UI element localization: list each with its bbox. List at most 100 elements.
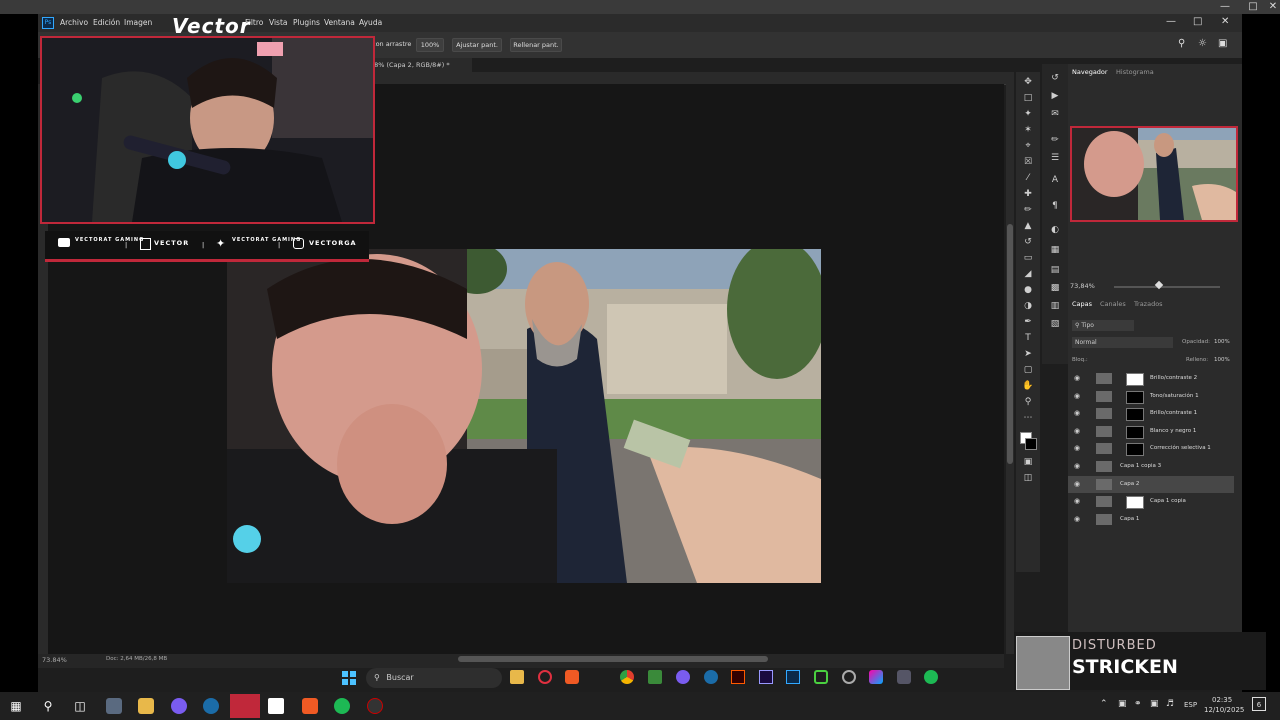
- menu-item-vista[interactable]: Vista: [269, 18, 288, 27]
- actions-panel-icon[interactable]: ▶: [1049, 90, 1061, 102]
- properties-panel-icon[interactable]: ▧: [1049, 318, 1061, 330]
- vertical-scrollbar[interactable]: [1007, 224, 1013, 464]
- app5-icon[interactable]: [897, 670, 911, 684]
- visibility-eye-icon[interactable]: ◉: [1074, 458, 1082, 475]
- healing-brush-icon[interactable]: ✚: [1022, 188, 1034, 200]
- marquee-tool-icon[interactable]: □: [1022, 92, 1034, 104]
- visibility-eye-icon[interactable]: ◉: [1074, 405, 1082, 422]
- layer-row[interactable]: ◉ Capa 2: [1068, 475, 1234, 493]
- layer-row[interactable]: ◉ Capa 1 copia 3: [1068, 458, 1234, 475]
- visibility-eye-icon[interactable]: ◉: [1074, 388, 1082, 405]
- comments-panel-icon[interactable]: ✉: [1049, 108, 1061, 120]
- brave-icon[interactable]: [565, 670, 579, 684]
- visibility-eye-icon[interactable]: ◉: [1074, 476, 1082, 493]
- fit-screen-button[interactable]: Ajustar pant.: [452, 38, 502, 52]
- dodge-tool-icon[interactable]: ◑: [1022, 300, 1034, 312]
- illustrator-icon[interactable]: [731, 670, 745, 684]
- obs-taskbar-icon[interactable]: [367, 698, 383, 714]
- horizontal-scrollbar[interactable]: [458, 656, 768, 662]
- move-tool-icon[interactable]: ✥: [1022, 76, 1034, 88]
- hand-tool-icon[interactable]: ✋: [1022, 380, 1034, 392]
- search-icon[interactable]: ⚲: [1178, 38, 1185, 49]
- photoshop-taskbar-icon[interactable]: [786, 670, 800, 684]
- menu-item-ventana[interactable]: Ventana: [324, 18, 355, 27]
- layer-mask-thumbnail[interactable]: [1126, 390, 1144, 404]
- visibility-eye-icon[interactable]: ◉: [1074, 370, 1082, 387]
- navigator-zoom-slider[interactable]: [1114, 286, 1220, 288]
- notification-badge[interactable]: 6: [1252, 697, 1266, 711]
- document-tab[interactable]: .8% (Capa 2, RGB/8#) *: [368, 58, 472, 72]
- layer-row[interactable]: ◉ Corrección selectiva 1: [1068, 440, 1234, 457]
- layer-row[interactable]: ◉ Brillo/contraste 1: [1068, 405, 1234, 422]
- brush-tool-icon[interactable]: ✏: [1022, 204, 1034, 216]
- task-view-icon[interactable]: ◫: [72, 698, 88, 714]
- gradients-panel-icon[interactable]: ▥: [1049, 300, 1061, 312]
- adjust-panel-icon[interactable]: ☰: [1049, 152, 1061, 164]
- file-explorer-icon[interactable]: [510, 670, 524, 684]
- close-window-button[interactable]: ✕: [1262, 0, 1280, 14]
- menu-item-archivo[interactable]: Archivo: [60, 18, 88, 27]
- start-button-icon[interactable]: ▦: [8, 698, 24, 714]
- type-tool-icon[interactable]: T: [1022, 332, 1034, 344]
- layer-mask-thumbnail[interactable]: [1126, 425, 1144, 439]
- active-app-taskbar-icon[interactable]: [230, 694, 260, 718]
- gradient-tool-icon[interactable]: ◢: [1022, 268, 1034, 280]
- app-taskbar-icon[interactable]: [106, 698, 122, 714]
- paragraph-panel-icon[interactable]: ¶: [1049, 200, 1061, 212]
- color-panel-icon[interactable]: ◐: [1049, 224, 1061, 236]
- app-icon[interactable]: [648, 670, 662, 684]
- crop-tool-icon[interactable]: ⌖: [1022, 140, 1034, 152]
- drag-zoom-label[interactable]: con arrastre: [372, 40, 411, 48]
- discord-icon[interactable]: [676, 670, 690, 684]
- minimize-window-button[interactable]: —: [1214, 0, 1236, 14]
- app4-icon[interactable]: [869, 670, 883, 684]
- background-color-swatch[interactable]: [1025, 438, 1037, 450]
- fill-input[interactable]: 100%: [1214, 357, 1230, 363]
- app3-icon[interactable]: [842, 670, 856, 684]
- layer-row[interactable]: ◉ Capa 1 copia: [1068, 493, 1234, 510]
- tray-app-icon[interactable]: ▣: [1118, 699, 1127, 709]
- canvas-image[interactable]: [227, 249, 821, 583]
- menu-item-ayuda[interactable]: Ayuda: [359, 18, 382, 27]
- layer-row[interactable]: ◉ Brillo/contraste 2: [1068, 370, 1234, 387]
- swatches-panel-icon[interactable]: ▦: [1049, 244, 1061, 256]
- tab-channels[interactable]: Canales: [1100, 300, 1126, 308]
- clock-time[interactable]: 02:35: [1212, 696, 1232, 704]
- spotify-icon[interactable]: [924, 670, 938, 684]
- stamp-tool-icon[interactable]: ▲: [1022, 220, 1034, 232]
- layer-mask-thumbnail[interactable]: [1126, 443, 1144, 457]
- navigator-zoom[interactable]: 73,84%: [1070, 282, 1095, 290]
- menu-item-plugins[interactable]: Plugins: [293, 18, 320, 27]
- layer-mask-thumbnail[interactable]: [1126, 373, 1144, 386]
- file-explorer-taskbar-icon[interactable]: [138, 698, 154, 714]
- shape-tool-icon[interactable]: ▢: [1022, 364, 1034, 376]
- visibility-eye-icon[interactable]: ◉: [1074, 493, 1082, 510]
- minimize-ps-icon[interactable]: —: [1166, 16, 1176, 27]
- microphone-icon[interactable]: ⚭: [1134, 699, 1142, 709]
- layer-mask-thumbnail[interactable]: [1126, 496, 1144, 510]
- quick-mask-icon[interactable]: ▣: [1022, 456, 1034, 468]
- history-panel-icon[interactable]: ↺: [1049, 72, 1061, 84]
- volume-icon[interactable]: ♬: [1166, 699, 1174, 709]
- search-icon[interactable]: ⚲: [40, 698, 56, 714]
- sun-icon[interactable]: ☼: [1198, 38, 1207, 49]
- tab-navigator[interactable]: Navegador: [1072, 68, 1108, 76]
- visibility-eye-icon[interactable]: ◉: [1074, 511, 1082, 528]
- discord-taskbar-icon[interactable]: [171, 698, 187, 714]
- brave-taskbar-icon[interactable]: [302, 698, 318, 714]
- language-indicator[interactable]: ESP: [1184, 701, 1197, 709]
- visibility-eye-icon[interactable]: ◉: [1074, 440, 1082, 457]
- tab-histogram[interactable]: Histograma: [1116, 68, 1154, 76]
- more-tools-icon[interactable]: ⋯: [1022, 412, 1034, 424]
- steam-taskbar-icon[interactable]: [203, 698, 219, 714]
- layer-filter-select[interactable]: ⚲ Tipo: [1072, 320, 1134, 331]
- restore-ps-icon[interactable]: □: [1193, 16, 1202, 27]
- brush-settings-icon[interactable]: ✏: [1049, 134, 1061, 146]
- steam-icon[interactable]: [704, 670, 718, 684]
- zoom-100-button[interactable]: 100%: [416, 38, 444, 52]
- layer-row[interactable]: ◉ Tono/saturación 1: [1068, 388, 1234, 405]
- menu-item-edicion[interactable]: Edición: [93, 18, 120, 27]
- chevron-up-icon[interactable]: ⌃: [1100, 699, 1108, 709]
- zoom-level[interactable]: 73.84%: [42, 656, 67, 664]
- frame-tool-icon[interactable]: ☒: [1022, 156, 1034, 168]
